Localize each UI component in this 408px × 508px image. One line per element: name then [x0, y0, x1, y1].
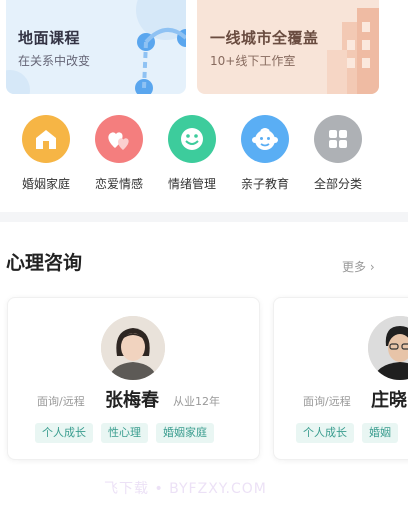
tag-list: 个人成长 婚姻 — [296, 421, 406, 443]
banner-title: 一线城市全覆盖 — [210, 29, 319, 47]
category-emotion[interactable]: 情绪管理 — [157, 115, 227, 192]
tag: 婚姻 — [362, 423, 398, 443]
category-label: 全部分类 — [313, 177, 362, 191]
category-label: 情绪管理 — [167, 177, 216, 191]
avatar — [101, 316, 165, 380]
counselor-name: 庄晓 — [371, 390, 407, 411]
house-icon — [22, 115, 70, 163]
smile-icon — [168, 115, 216, 163]
category-parenting[interactable]: 亲子教育 — [230, 115, 300, 192]
child-face-icon — [241, 115, 289, 163]
more-link[interactable]: 更多 › — [342, 258, 375, 275]
category-row: 婚姻家庭 恋爱情感 情绪管理 亲子教育 全部分类 — [0, 115, 408, 195]
banner-city-coverage[interactable]: 一线城市全覆盖 10+线下工作室 — [197, 0, 379, 94]
counselor-name: 张梅春 — [105, 390, 159, 411]
section-title: 心理咨询 — [6, 252, 83, 274]
category-label: 亲子教育 — [240, 177, 289, 191]
banner-subtitle: 在关系中改变 — [18, 54, 91, 68]
banner-subtitle: 10+线下工作室 — [210, 54, 296, 68]
tag: 个人成长 — [296, 423, 354, 443]
banner-title: 地面课程 — [18, 29, 81, 47]
category-marriage-family[interactable]: 婚姻家庭 — [11, 115, 81, 192]
tag: 性心理 — [101, 423, 148, 443]
category-label: 婚姻家庭 — [21, 177, 70, 191]
tag: 婚姻家庭 — [156, 423, 214, 443]
avatar — [368, 316, 408, 380]
experience-years: 从业12年 — [173, 395, 220, 408]
tag-list: 个人成长 性心理 婚姻家庭 — [35, 421, 222, 443]
category-all[interactable]: 全部分类 — [303, 115, 373, 192]
counselor-card[interactable]: 面询/远程 庄晓 个人成长 婚姻 — [273, 297, 408, 460]
category-label: 恋爱情感 — [94, 177, 143, 191]
hearts-icon — [95, 115, 143, 163]
grid-icon — [314, 115, 362, 163]
category-love[interactable]: 恋爱情感 — [84, 115, 154, 192]
banner-ground-course[interactable]: 地面课程 在关系中改变 — [6, 0, 186, 94]
consult-mode: 面询/远程 — [303, 395, 351, 408]
top-section: 地面课程 在关系中改变 一线城市全覆盖 10+线下工作室 婚姻家庭 恋爱情感 情… — [0, 0, 408, 212]
consult-section: 心理咨询 更多 › 面询/远程 张梅春 从业12年 个人成长性心理婚姻家庭 — [0, 222, 408, 508]
watermark: 飞下载 • BYFZXY.COM — [104, 481, 267, 497]
consult-mode: 面询/远程 — [37, 395, 85, 408]
counselor-card[interactable]: 面询/远程 张梅春 从业12年 个人成长 性心理 婚姻家庭 — [7, 297, 260, 460]
tag: 个人成长 — [35, 423, 93, 443]
